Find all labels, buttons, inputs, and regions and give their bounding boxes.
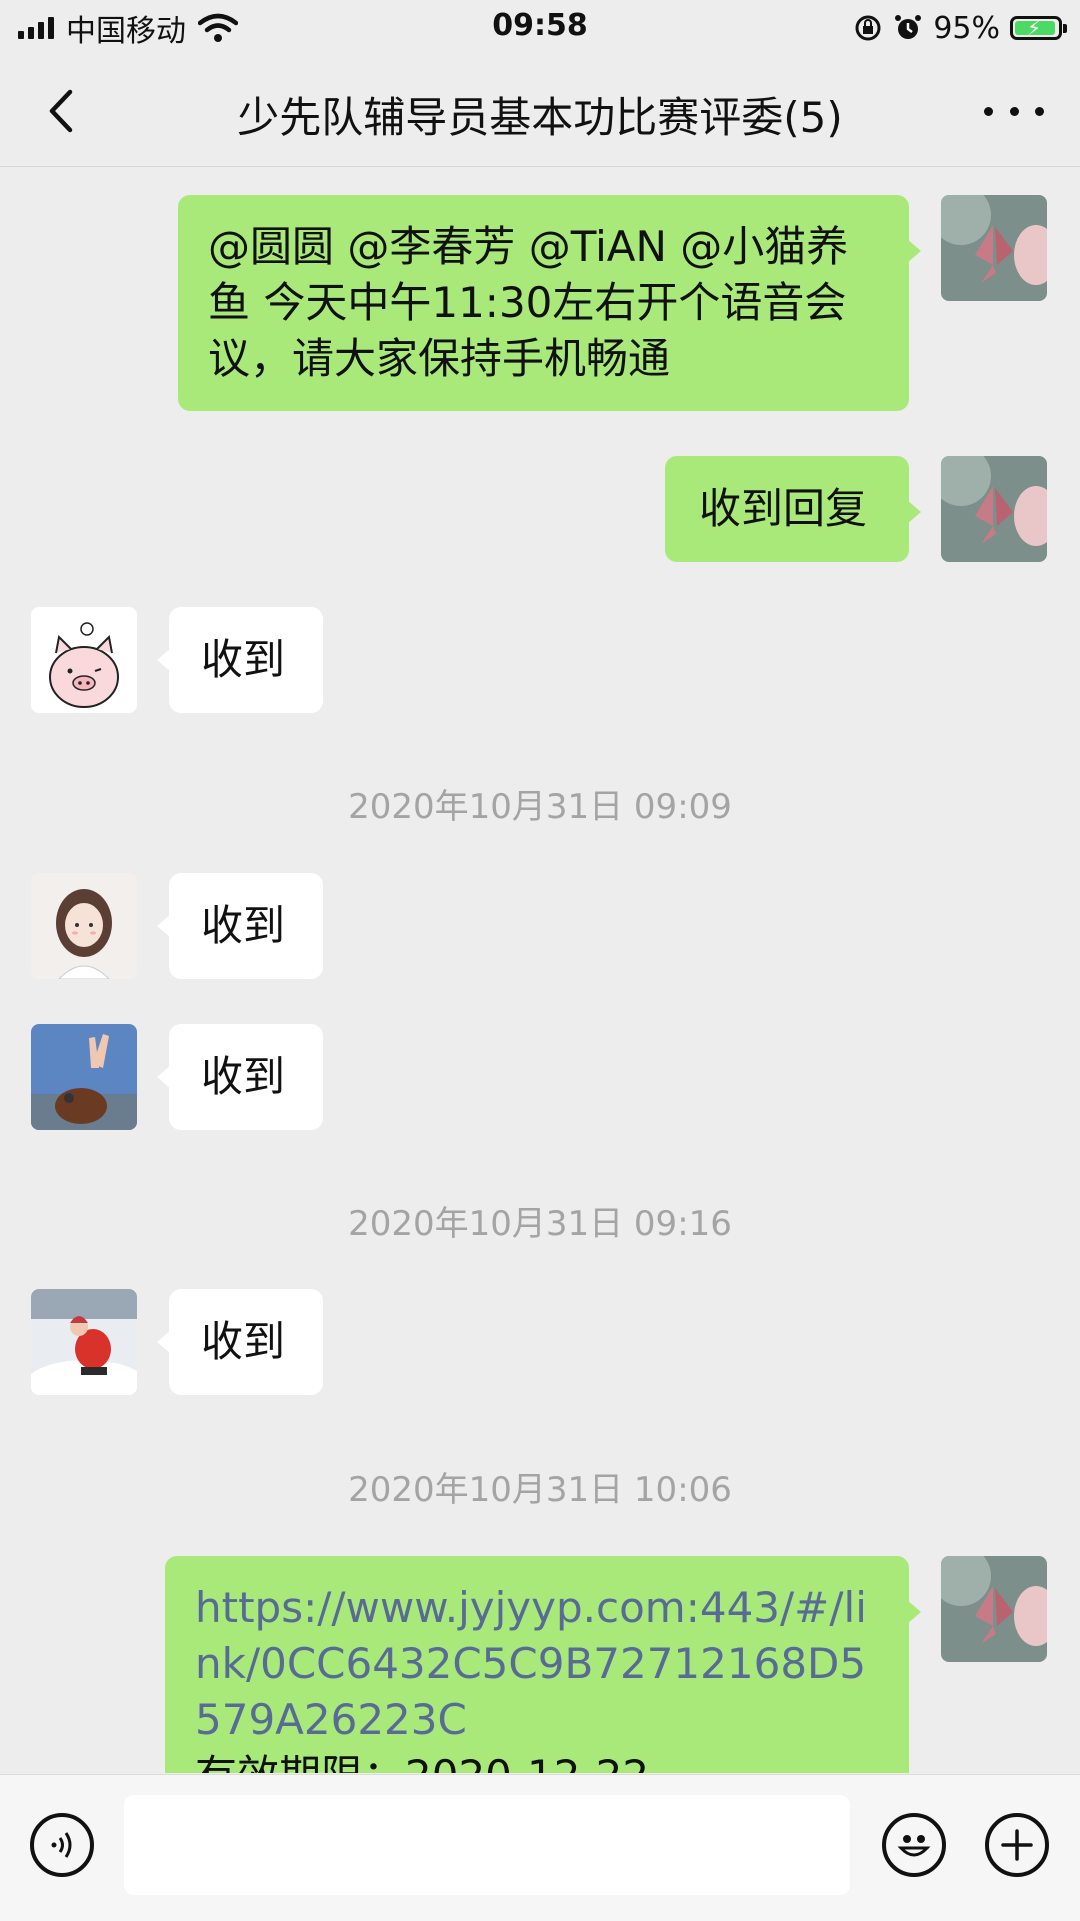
chat-title: 少先队辅导员基本功比赛评委(5) xyxy=(237,93,843,142)
message-list[interactable]: @圆圆 @李春芳 @TiAN @小猫养鱼 今天中午11:30左右开个语音会议，请… xyxy=(0,167,1080,1773)
alarm-icon xyxy=(895,15,922,39)
message-text: 收到回复 xyxy=(699,484,868,533)
rotation-lock-icon xyxy=(855,15,881,41)
message-text: 收到 xyxy=(201,1317,286,1366)
timestamp: 2020年10月31日 10:06 xyxy=(348,1470,732,1510)
message-bubble-self[interactable]: https://www.jyjyyp.com:443/#/link/0CC643… xyxy=(165,1556,921,1773)
message-bubble-other[interactable]: 收到 xyxy=(157,607,323,713)
message-text: 收到 xyxy=(201,1052,286,1101)
input-bar xyxy=(0,1774,1080,1921)
battery-icon: ⚡ xyxy=(1010,16,1067,40)
status-bar: 中国移动 09:58 95% ⚡ xyxy=(0,0,1080,56)
voice-icon[interactable] xyxy=(30,1813,94,1877)
message-text: 有效期限：2020-12-22 xyxy=(195,1748,879,1773)
chevron-left-icon[interactable] xyxy=(38,86,88,136)
chat-header: 少先队辅导员基本功比赛评委(5) xyxy=(0,56,1080,167)
message-link[interactable]: https://www.jyjyyp.com:443/#/link/0CC643… xyxy=(195,1580,879,1748)
more-dots-icon[interactable] xyxy=(984,86,1044,136)
member-avatar-girl[interactable] xyxy=(31,873,137,979)
battery-percent: 95% xyxy=(933,10,1000,46)
status-right: 95% ⚡ xyxy=(853,8,1067,48)
self-avatar[interactable] xyxy=(941,195,1047,301)
member-avatar-snow[interactable] xyxy=(31,1289,137,1395)
self-avatar[interactable] xyxy=(941,1556,1047,1662)
plus-icon[interactable] xyxy=(985,1813,1049,1877)
timestamp: 2020年10月31日 09:09 xyxy=(348,787,732,827)
timestamp: 2020年10月31日 09:16 xyxy=(348,1204,732,1244)
message-text: @圆圆 @李春芳 @TiAN @小猫养鱼 今天中午11:30左右开个语音会议，请… xyxy=(208,222,849,383)
self-avatar[interactable] xyxy=(941,456,1047,562)
message-text: 收到 xyxy=(201,901,286,950)
member-avatar-sky[interactable] xyxy=(31,1024,137,1130)
message-bubble-other[interactable]: 收到 xyxy=(157,1024,323,1130)
member-avatar-pig[interactable] xyxy=(31,607,137,713)
message-input[interactable] xyxy=(124,1795,850,1895)
message-bubble-other[interactable]: 收到 xyxy=(157,1289,323,1395)
message-bubble-self[interactable]: 收到回复 xyxy=(665,456,921,562)
message-bubble-self[interactable]: @圆圆 @李春芳 @TiAN @小猫养鱼 今天中午11:30左右开个语音会议，请… xyxy=(178,195,921,411)
message-bubble-other[interactable]: 收到 xyxy=(157,873,323,979)
emoji-icon[interactable] xyxy=(882,1813,946,1877)
message-text: 收到 xyxy=(201,635,286,684)
